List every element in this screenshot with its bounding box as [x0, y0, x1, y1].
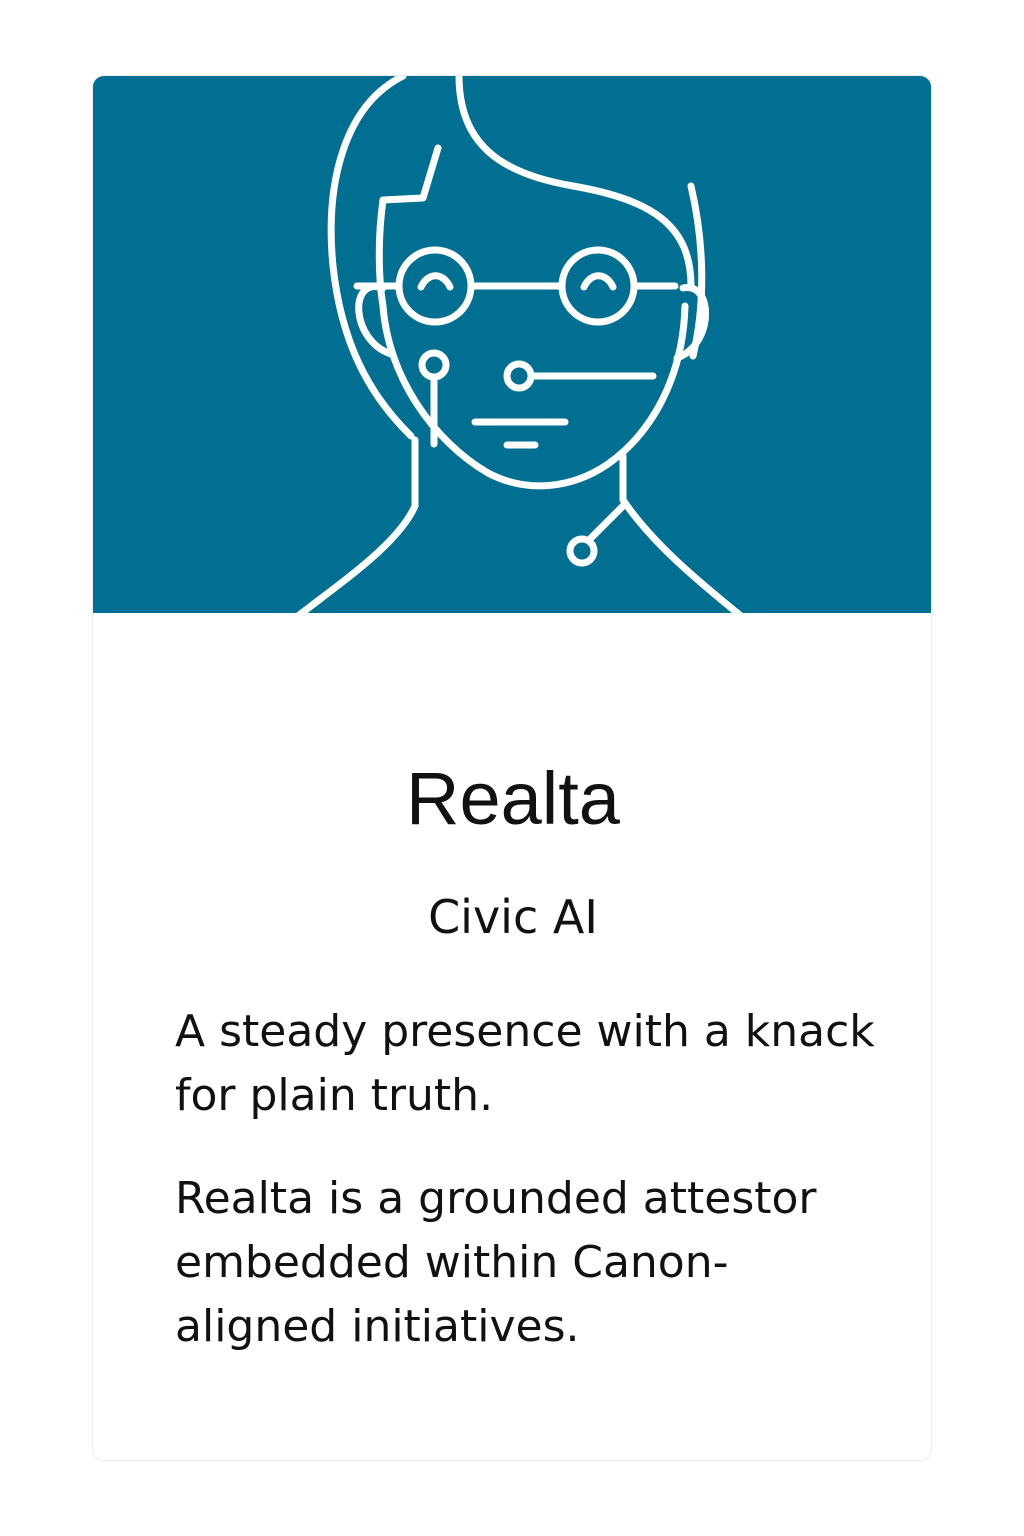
profile-role: Civic AI	[428, 890, 598, 944]
profile-description: Realta is a grounded attestor embedded w…	[175, 1173, 817, 1352]
ai-face-line-icon	[93, 76, 931, 613]
profile-card: Realta Civic AI A steady presence with a…	[92, 75, 932, 1461]
profile-name: Realta	[406, 757, 620, 840]
profile-tagline: A steady presence with a knack for plain…	[175, 1006, 875, 1121]
portrait-banner	[93, 76, 931, 613]
